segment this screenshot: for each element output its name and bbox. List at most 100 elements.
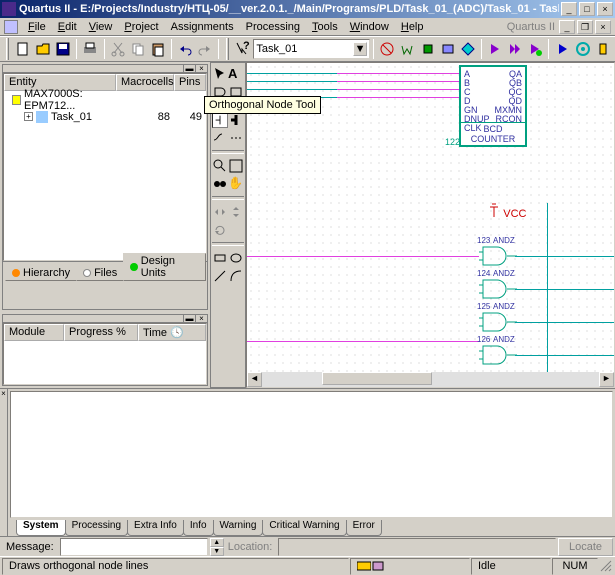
tree-row-task[interactable]: +Task_01 88 49 — [4, 108, 206, 125]
maximize-button[interactable]: □ — [579, 2, 595, 16]
rotate-tool[interactable] — [212, 222, 228, 238]
col-time[interactable]: Time 🕓 — [138, 324, 206, 341]
tab-info[interactable]: Info — [183, 520, 214, 536]
chip-button[interactable] — [418, 38, 436, 60]
oval-tool[interactable] — [228, 250, 244, 266]
context-help-button[interactable]: ? — [234, 38, 252, 60]
tab-design-units[interactable]: Design Units — [123, 253, 206, 281]
tab-system[interactable]: System — [16, 520, 66, 536]
mdi-restore-button[interactable]: ❐ — [577, 20, 593, 34]
rubber-band-tool[interactable] — [212, 130, 228, 146]
canvas-h-scrollbar[interactable]: ◄ ► — [247, 372, 614, 387]
and-gate-1[interactable]: 123 ANDZ — [479, 245, 517, 267]
menu-help[interactable]: Help — [395, 19, 430, 35]
print-button[interactable] — [81, 38, 99, 60]
message-number-input[interactable] — [60, 538, 208, 556]
tab-warning[interactable]: Warning — [213, 520, 264, 536]
paste-button[interactable] — [149, 38, 167, 60]
scroll-left-button[interactable]: ◄ — [247, 372, 262, 387]
col-macrocells[interactable]: Macrocells — [116, 74, 174, 91]
menu-assignments[interactable]: Assignments — [165, 19, 240, 35]
new-button[interactable] — [14, 38, 32, 60]
partial-line-tool[interactable] — [228, 130, 244, 146]
redo-button[interactable] — [196, 38, 214, 60]
progress-list[interactable]: Module Progress % Time 🕓 — [3, 323, 207, 385]
entity-dropdown[interactable]: Task_01 ▼ — [253, 39, 370, 59]
pointer-tool[interactable] — [212, 66, 228, 82]
and-gate-4[interactable]: 126 ANDZ — [479, 344, 517, 366]
compile-button[interactable] — [486, 38, 504, 60]
panel-pin-button-2[interactable]: ▬ — [183, 315, 195, 323]
open-button[interactable] — [34, 38, 52, 60]
locate-button[interactable]: Locate — [558, 538, 613, 556]
timing-button[interactable] — [439, 38, 457, 60]
hierarchy-tree[interactable]: Entity Macrocells Pins MAX7000S: EPM712.… — [3, 73, 207, 261]
menu-processing[interactable]: Processing — [240, 19, 306, 35]
messages-list[interactable] — [10, 391, 613, 518]
col-pins[interactable]: Pins — [174, 74, 206, 91]
tab-processing[interactable]: Processing — [65, 520, 128, 536]
and-gate-2[interactable]: 124 ANDZ — [479, 278, 517, 300]
scroll-thumb[interactable] — [322, 372, 432, 385]
undo-button[interactable] — [176, 38, 194, 60]
line-tool[interactable] — [212, 268, 228, 284]
close-button[interactable]: × — [597, 2, 613, 16]
menu-tools[interactable]: Tools — [306, 19, 344, 35]
orthogonal-node-tool[interactable] — [212, 112, 228, 128]
scroll-track[interactable] — [262, 372, 599, 387]
find-tool[interactable] — [212, 176, 228, 192]
compile-stop-button[interactable] — [506, 38, 524, 60]
menu-project[interactable]: Project — [118, 19, 164, 35]
col-module[interactable]: Module — [4, 324, 64, 341]
hand-tool[interactable]: ✋ — [228, 176, 244, 192]
bcd-counter-symbol[interactable]: A B C D GN DNUP CLK QA QB QC QD MXMN RCO… — [459, 65, 527, 147]
tab-extra-info[interactable]: Extra Info — [127, 520, 184, 536]
toolbar-grip-2[interactable] — [226, 38, 229, 60]
save-button[interactable] — [54, 38, 72, 60]
programmer-button[interactable] — [553, 38, 571, 60]
assignments-button[interactable] — [378, 38, 396, 60]
vcc-symbol[interactable]: VCC — [487, 203, 526, 220]
arc-tool[interactable] — [228, 268, 244, 284]
expand-icon[interactable]: + — [24, 112, 33, 121]
minimize-button[interactable]: _ — [561, 2, 577, 16]
tab-error[interactable]: Error — [346, 520, 382, 536]
fullscreen-tool[interactable] — [228, 158, 244, 174]
orthogonal-bus-tool[interactable] — [228, 112, 244, 128]
cut-button[interactable] — [109, 38, 127, 60]
mdi-close-button[interactable]: × — [595, 20, 611, 34]
mdi-child-icon[interactable] — [4, 20, 18, 34]
panel-close-button[interactable]: × — [195, 65, 207, 73]
analysis-button[interactable] — [459, 38, 477, 60]
messages-grip[interactable]: × — [0, 389, 8, 536]
flip-h-tool[interactable] — [212, 204, 228, 220]
mdi-minimize-button[interactable]: _ — [559, 20, 575, 34]
copy-button[interactable] — [129, 38, 147, 60]
tab-hierarchy[interactable]: Hierarchy — [5, 265, 77, 281]
menu-file[interactable]: File — [22, 19, 52, 35]
menu-window[interactable]: Window — [344, 19, 395, 35]
signal-tap-button[interactable] — [574, 38, 592, 60]
panel-pin-button[interactable]: ▬ — [183, 65, 195, 73]
col-progress[interactable]: Progress % — [64, 324, 138, 341]
panel-close-button-2[interactable]: × — [195, 315, 207, 323]
tab-critical-warning[interactable]: Critical Warning — [262, 520, 346, 536]
dropdown-arrow-icon[interactable]: ▼ — [353, 42, 367, 56]
rect-tool[interactable] — [212, 250, 228, 266]
simulate-button[interactable] — [526, 38, 544, 60]
message-spinner[interactable]: ▲▼ — [210, 538, 224, 556]
wizard-button[interactable] — [594, 38, 612, 60]
toolbar-grip[interactable] — [6, 38, 9, 60]
and-gate-3[interactable]: 125 ANDZ — [479, 311, 517, 333]
menu-view[interactable]: View — [83, 19, 119, 35]
settings-button[interactable] — [398, 38, 416, 60]
resize-grip-icon[interactable] — [599, 559, 613, 573]
tree-row-device[interactable]: MAX7000S: EPM712... — [4, 91, 206, 108]
tab-files[interactable]: Files — [76, 265, 124, 281]
scroll-right-button[interactable]: ► — [599, 372, 614, 387]
location-input[interactable] — [278, 538, 556, 556]
zoom-tool[interactable] — [212, 158, 228, 174]
flip-v-tool[interactable] — [228, 204, 244, 220]
menu-edit[interactable]: Edit — [52, 19, 83, 35]
text-tool[interactable]: A — [228, 66, 244, 82]
